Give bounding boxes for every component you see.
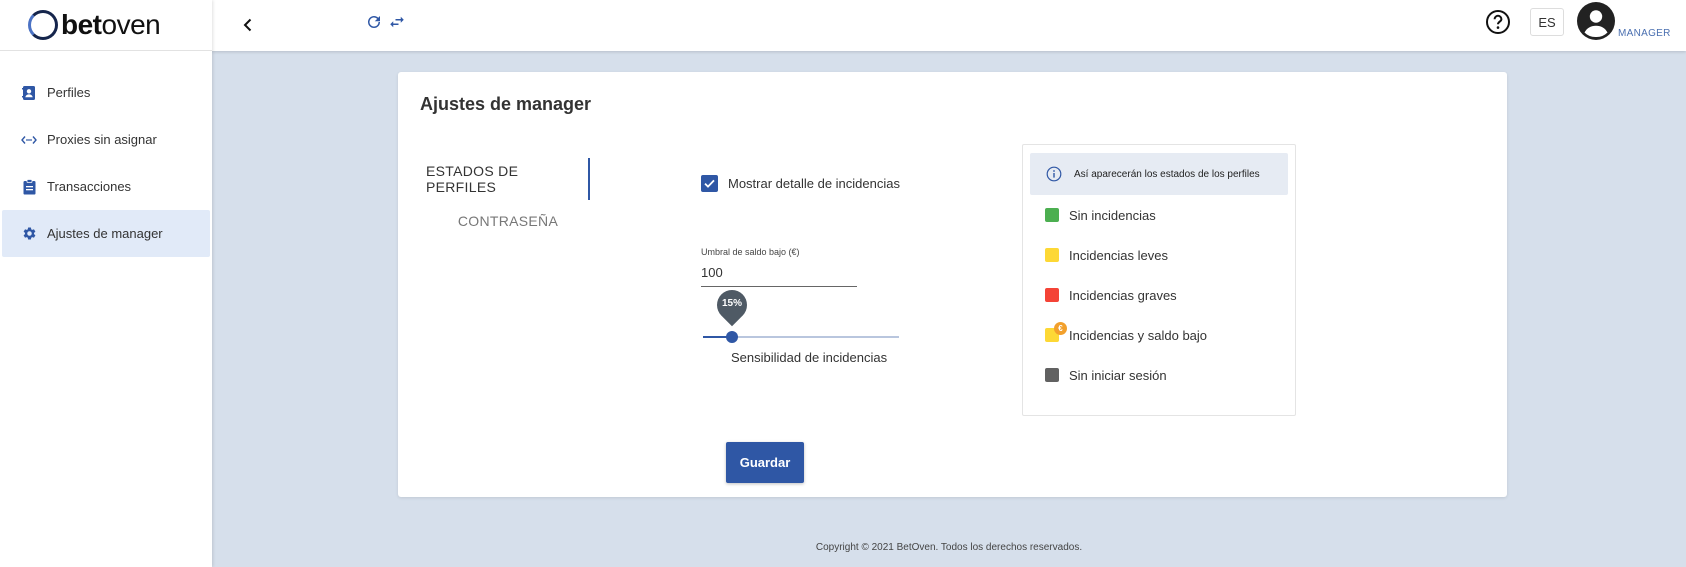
logo-ring-icon xyxy=(28,10,58,40)
status-swatch-yellow xyxy=(1045,248,1059,262)
save-button[interactable]: Guardar xyxy=(726,442,804,483)
settings-tabs: ESTADOS DE PERFILES CONTRASEÑA xyxy=(426,158,590,242)
sidebar-nav: Perfiles Proxies sin asignar Transaccion… xyxy=(0,51,212,257)
slider-thumb[interactable] xyxy=(726,331,738,343)
sidebar-item-transacciones[interactable]: Transacciones xyxy=(2,163,210,210)
brand-name: betoven xyxy=(61,9,161,40)
legend-item-label: Incidencias graves xyxy=(1069,287,1177,303)
help-icon[interactable] xyxy=(1485,9,1511,35)
page-title: Ajustes de manager xyxy=(420,94,592,114)
sidebar: betoven Perfiles Proxies sin asignar Tra… xyxy=(0,0,212,567)
back-chevron-icon[interactable] xyxy=(237,14,259,36)
sensitivity-label: Sensibilidad de incidencias xyxy=(731,350,888,365)
brand-logo[interactable]: betoven xyxy=(0,0,212,51)
show-incidents-checkbox-row[interactable]: Mostrar detalle de incidencias xyxy=(701,175,900,192)
top-bar: ES MANAGER xyxy=(212,0,1686,51)
legend-item-sin-iniciar-sesion: Sin iniciar sesión xyxy=(1023,355,1295,395)
user-avatar-icon[interactable] xyxy=(1577,2,1615,40)
contact-card-icon xyxy=(21,85,37,101)
legend-item-incidencias-graves: Incidencias graves xyxy=(1023,275,1295,315)
copyright-footer: Copyright © 2021 BetOven. Todos los dere… xyxy=(815,542,1083,553)
tab-contrasena[interactable]: CONTRASEÑA xyxy=(426,200,590,242)
gear-icon xyxy=(21,226,37,242)
swap-arrows-icon[interactable] xyxy=(388,13,406,31)
status-swatch-grey xyxy=(1045,368,1059,382)
status-legend: Así aparecerán los estados de los perfil… xyxy=(1022,144,1296,416)
sidebar-item-proxies[interactable]: Proxies sin asignar xyxy=(2,116,210,163)
sidebar-item-label: Ajustes de manager xyxy=(47,226,163,241)
slider-value-label: 15% xyxy=(721,298,742,309)
show-incidents-checkbox[interactable] xyxy=(701,175,718,192)
low-balance-label: Umbral de saldo bajo (€) xyxy=(701,247,800,257)
sidebar-item-label: Perfiles xyxy=(47,85,91,100)
legend-info-text: Así aparecerán los estados de los perfil… xyxy=(1074,168,1260,180)
status-swatch-yellow-euro: € xyxy=(1045,322,1067,342)
legend-item-incidencias-leves: Incidencias leves xyxy=(1023,235,1295,275)
sidebar-item-label: Transacciones xyxy=(47,179,132,194)
tab-estados-de-perfiles[interactable]: ESTADOS DE PERFILES xyxy=(426,158,590,200)
status-swatch-green xyxy=(1045,208,1059,222)
legend-item-label: Incidencias y saldo bajo xyxy=(1069,327,1208,343)
low-balance-field: Umbral de saldo bajo (€) xyxy=(701,247,857,287)
legend-item-label: Incidencias leves xyxy=(1069,247,1168,263)
sidebar-item-ajustes[interactable]: Ajustes de manager xyxy=(2,210,210,257)
refresh-icon[interactable] xyxy=(365,13,383,31)
clipboard-icon xyxy=(21,178,37,195)
sensitivity-slider[interactable]: 15% Sensibilidad de incidencias xyxy=(703,283,899,398)
legend-item-label: Sin iniciar sesión xyxy=(1069,367,1167,383)
language-selector[interactable]: ES xyxy=(1530,8,1564,36)
legend-item-sin-incidencias: Sin incidencias xyxy=(1023,195,1295,235)
code-arrows-icon xyxy=(21,132,37,148)
legend-item-label: Sin incidencias xyxy=(1069,207,1156,223)
show-incidents-label: Mostrar detalle de incidencias xyxy=(728,176,900,191)
settings-card: Ajustes de manager ESTADOS DE PERFILES C… xyxy=(398,72,1507,497)
sidebar-item-label: Proxies sin asignar xyxy=(47,132,157,147)
legend-info-banner: Así aparecerán los estados de los perfil… xyxy=(1030,153,1288,195)
sidebar-item-perfiles[interactable]: Perfiles xyxy=(2,69,210,116)
euro-badge-icon: € xyxy=(1054,322,1067,335)
legend-item-saldo-bajo: € Incidencias y saldo bajo xyxy=(1023,315,1295,355)
status-swatch-red xyxy=(1045,288,1059,302)
info-icon xyxy=(1046,166,1062,182)
user-role: MANAGER xyxy=(1618,28,1671,39)
checkmark-icon xyxy=(704,179,715,188)
low-balance-input[interactable] xyxy=(701,262,857,287)
